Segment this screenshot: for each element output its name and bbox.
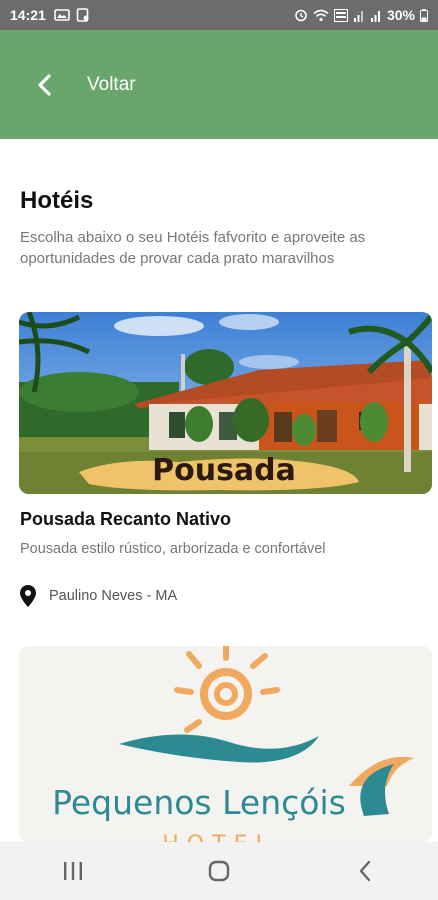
app-notification-icon (76, 8, 89, 22)
hotel-location: Paulino Neves - MA (20, 585, 177, 607)
back-label: Voltar (87, 73, 136, 95)
back-button[interactable]: Voltar (36, 74, 136, 96)
map-pin-icon (20, 585, 36, 607)
wifi-icon (313, 9, 329, 21)
nav-back-button[interactable] (335, 851, 395, 891)
system-nav-bar (0, 842, 438, 900)
hotel-description: Pousada estilo rústico, arborizada e con… (20, 541, 326, 557)
back-icon (359, 860, 371, 882)
signal-icon-2 (370, 10, 380, 22)
hotels-list-content[interactable]: Hotéis Escolha abaixo o seu Hotéis fafvo… (0, 139, 438, 842)
pequenos-lencois-logo-image: Pequenos Lençóis HOTEL (19, 646, 432, 842)
hotel-location-text: Paulino Neves - MA (49, 588, 178, 604)
pousada-photo: Pousada (19, 312, 432, 494)
status-right-icons: 30% (294, 7, 428, 23)
status-left-icons (54, 8, 90, 22)
chevron-left-icon (38, 73, 51, 96)
status-bar: 14:21 30% (0, 0, 438, 30)
status-time: 14:21 (10, 7, 46, 23)
page-title: Hotéis (20, 187, 94, 214)
logo-title-text: Pequenos Lençóis (52, 783, 346, 822)
home-icon (208, 860, 230, 882)
logo-subtitle-text: HOTEL (162, 832, 275, 842)
nav-recents-button[interactable] (43, 851, 103, 891)
alarm-icon (295, 9, 307, 22)
signal-icon-1 (353, 10, 363, 22)
gallery-notification-icon (54, 9, 70, 21)
battery-percent: 30% (386, 7, 415, 23)
nav-home-button[interactable] (189, 851, 249, 891)
pousada-image-caption: Pousada (152, 453, 296, 488)
volte-icon (333, 8, 348, 22)
page-description: Escolha abaixo o seu Hotéis fafvorito e … (20, 229, 366, 267)
hotel-card-image[interactable]: Pousada (19, 312, 432, 494)
hotel-card-image[interactable]: Pequenos Lençóis HOTEL (19, 646, 432, 842)
recents-icon (64, 862, 82, 880)
hotel-name[interactable]: Pousada Recanto Nativo (20, 509, 231, 530)
app-header: Voltar (0, 30, 438, 139)
battery-icon (420, 8, 428, 22)
